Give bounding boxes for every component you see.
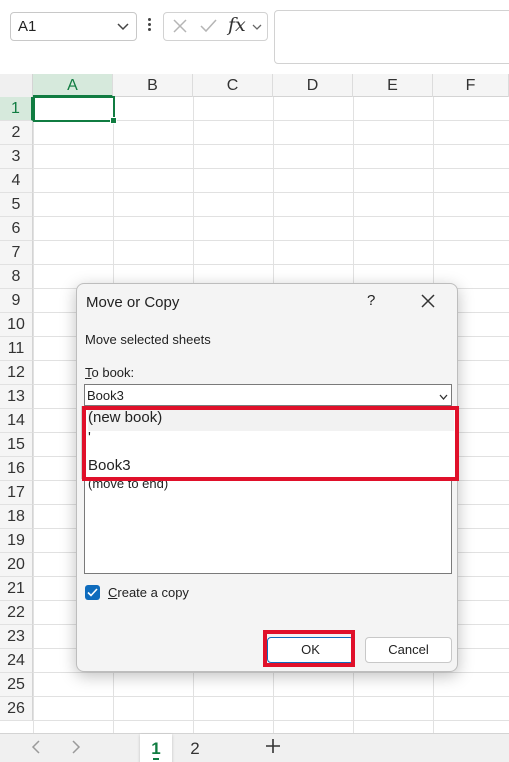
row-header[interactable]: 9 <box>0 289 33 313</box>
row-header[interactable]: 25 <box>0 673 33 697</box>
column-header-c[interactable]: C <box>193 74 273 97</box>
column-headers: A B C D E F <box>0 74 509 97</box>
sheet-tab-bar: 1 2 <box>0 733 509 762</box>
formula-bar: A1 fx <box>0 0 509 74</box>
insert-function-icon[interactable]: fx <box>228 14 246 36</box>
dropdown-highlight-box <box>82 406 459 481</box>
row-header[interactable]: 1 <box>0 97 33 121</box>
chevron-right-icon[interactable] <box>70 738 82 761</box>
selected-cell-a1[interactable] <box>33 96 117 124</box>
row-header[interactable]: 7 <box>0 241 33 265</box>
chevron-left-icon[interactable] <box>30 738 42 761</box>
row-header[interactable]: 14 <box>0 409 33 433</box>
row-header[interactable]: 10 <box>0 313 33 337</box>
row-header[interactable]: 16 <box>0 457 33 481</box>
help-icon[interactable]: ? <box>367 292 375 309</box>
chevron-down-icon[interactable] <box>251 20 263 38</box>
dialog-title: Move or Copy <box>86 294 180 311</box>
cancel-entry-icon[interactable] <box>170 16 190 41</box>
formula-input[interactable] <box>274 10 509 64</box>
row-header[interactable]: 5 <box>0 193 33 217</box>
row-header[interactable]: 2 <box>0 121 33 145</box>
to-book-select[interactable]: Book3 <box>84 384 452 406</box>
formula-tools: fx <box>163 12 268 41</box>
dialog-subtitle: Move selected sheets <box>85 332 211 347</box>
row-header[interactable]: 11 <box>0 337 33 361</box>
row-header[interactable]: 8 <box>0 265 33 289</box>
row-header[interactable]: 21 <box>0 577 33 601</box>
close-icon[interactable] <box>419 292 437 315</box>
column-header-b[interactable]: B <box>113 74 193 97</box>
row-header[interactable]: 22 <box>0 601 33 625</box>
more-options-icon[interactable] <box>145 16 153 36</box>
sheet-tab-label: 2 <box>190 739 200 758</box>
add-sheet-icon[interactable] <box>263 736 283 762</box>
sheet-tab-2[interactable]: 2 <box>174 734 216 762</box>
column-header-e[interactable]: E <box>353 74 433 97</box>
chevron-down-icon[interactable] <box>116 19 130 38</box>
row-header[interactable]: 19 <box>0 529 33 553</box>
confirm-entry-icon[interactable] <box>198 16 218 41</box>
row-header[interactable]: 15 <box>0 433 33 457</box>
to-book-value: Book3 <box>87 388 124 403</box>
name-box-value: A1 <box>18 18 37 35</box>
row-header[interactable]: 6 <box>0 217 33 241</box>
row-header[interactable]: 13 <box>0 385 33 409</box>
excel-window: A1 fx A B C D E F 1 2 3 4 5 6 7 8 9 10 1… <box>0 0 509 762</box>
column-header-d[interactable]: D <box>273 74 353 97</box>
ok-button-highlight-box <box>263 630 355 667</box>
row-header[interactable]: 12 <box>0 361 33 385</box>
create-copy-checkbox[interactable] <box>85 585 100 600</box>
sheet-tab-label: 1 <box>151 739 161 758</box>
row-header[interactable]: 26 <box>0 697 33 721</box>
select-all-corner[interactable] <box>0 74 33 97</box>
to-book-label-text: o book: <box>91 365 135 380</box>
active-tab-underline <box>153 758 159 760</box>
to-book-label: To book: <box>85 365 134 380</box>
create-copy-label-text: reate a copy <box>117 585 189 600</box>
row-header[interactable]: 4 <box>0 169 33 193</box>
name-box[interactable]: A1 <box>10 12 137 41</box>
create-copy-label: Create a copy <box>108 585 189 600</box>
row-header[interactable]: 24 <box>0 649 33 673</box>
row-header[interactable]: 3 <box>0 145 33 169</box>
cancel-button[interactable]: Cancel <box>365 637 452 663</box>
column-header-f[interactable]: F <box>433 74 509 97</box>
row-header[interactable]: 17 <box>0 481 33 505</box>
row-header[interactable]: 23 <box>0 625 33 649</box>
create-copy-accesskey: C <box>108 585 118 600</box>
sheet-tab-1[interactable]: 1 <box>140 734 172 762</box>
row-header[interactable]: 20 <box>0 553 33 577</box>
checkmark-icon <box>87 588 98 597</box>
column-header-a[interactable]: A <box>33 74 113 97</box>
row-header[interactable]: 18 <box>0 505 33 529</box>
